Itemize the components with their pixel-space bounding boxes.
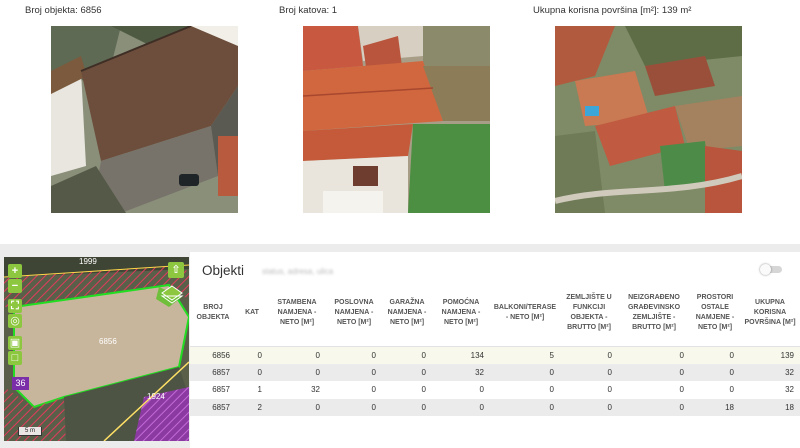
table-cell: 6857 [190, 363, 236, 381]
table-cell: 32 [432, 363, 490, 381]
table-cell: 6856 [190, 346, 236, 364]
table-cell: 134 [432, 346, 490, 364]
up-arrow-button[interactable]: ⇧ [168, 262, 184, 278]
table-cell: 0 [382, 363, 432, 381]
table-cell: 0 [382, 346, 432, 364]
objekti-table: BROJ OBJEKTA KAT STAMBENA NAMJENA - NETO… [190, 280, 800, 416]
table-cell: 0 [432, 398, 490, 416]
fullscreen-icon: ⛶ [11, 300, 19, 312]
table-cell: 5 [490, 346, 560, 364]
map-label-parcel: 6856 [99, 337, 117, 346]
table-cell: 0 [268, 346, 326, 364]
table-cell: 0 [618, 346, 690, 364]
table-cell: 0 [490, 363, 560, 381]
table-cell: 0 [268, 398, 326, 416]
col-header-kat[interactable]: KAT [236, 280, 268, 347]
stat-broj-katova: Broj katova: 1 [279, 5, 338, 16]
objekti-panel: Objekti status, adresa, ulica BROJ OBJEK… [190, 252, 800, 448]
panel-toggle-knob[interactable] [760, 264, 771, 275]
table-cell: 6857 [190, 381, 236, 399]
table-cell: 0 [490, 381, 560, 399]
screenshot-button[interactable]: ▣ [8, 336, 22, 350]
fullscreen-button[interactable]: ⛶ [8, 299, 22, 313]
aerial-photo-oblique[interactable] [51, 26, 238, 213]
table-cell: 0 [690, 381, 740, 399]
col-header-balkoni[interactable]: BALKONI/TERASE - NETO [M²] [490, 280, 560, 347]
table-cell: 0 [432, 381, 490, 399]
stat-korisna-povrsina: Ukupna korisna površina [m²]: 139 m² [533, 5, 692, 16]
stat-broj-objekta: Broj objekta: 6856 [25, 5, 102, 16]
table-cell: 0 [560, 346, 618, 364]
table-cell: 0 [382, 381, 432, 399]
table-cell: 32 [740, 381, 800, 399]
col-header-ukupna[interactable]: UKUPNA KORISNA POVRŠINA [M²] [740, 280, 800, 347]
close-photo-image [303, 26, 490, 213]
panel-title: Objekti [202, 263, 245, 278]
table-cell: 2 [236, 398, 268, 416]
map-scale-bar: 5 m [18, 427, 42, 436]
col-header-pomocna[interactable]: POMOĆNA NAMJENA - NETO [M²] [432, 280, 490, 347]
overview-photo-image [555, 26, 742, 213]
locate-button[interactable]: ◎ [8, 314, 22, 328]
col-header-prostori[interactable]: PROSTORI OSTALE NAMJENE - NETO [M²] [690, 280, 740, 347]
table-cell: 0 [382, 398, 432, 416]
layers-icon[interactable] [160, 283, 184, 307]
table-cell: 0 [326, 398, 382, 416]
table-cell: 0 [618, 381, 690, 399]
table-cell: 0 [268, 363, 326, 381]
camera-icon: ▣ [9, 337, 21, 349]
map-label-parcel-right: 1924 [147, 392, 165, 401]
table-cell: 0 [326, 381, 382, 399]
table-cell: 32 [740, 363, 800, 381]
col-header-neizgradeno[interactable]: NEIZGRAĐENO GRAĐEVINSKO ZEMLJIŠTE - BRUT… [618, 280, 690, 347]
col-header-garazna[interactable]: GARAŽNA NAMJENA - NETO [M²] [382, 280, 432, 347]
col-header-poslovna[interactable]: POSLOVNA NAMJENA - NETO [M²] [326, 280, 382, 347]
table-cell: 139 [740, 346, 800, 364]
locate-icon: ◎ [10, 315, 20, 327]
col-header-stambena[interactable]: STAMBENA NAMJENA - NETO [M²] [268, 280, 326, 347]
table-cell: 0 [326, 346, 382, 364]
col-header-broj-objekta[interactable]: BROJ OBJEKTA [190, 280, 236, 347]
table-cell: 18 [740, 398, 800, 416]
map-badge: 36 [12, 377, 29, 390]
table-cell: 6857 [190, 398, 236, 416]
table-cell: 0 [690, 363, 740, 381]
table-cell: 0 [560, 398, 618, 416]
table-row[interactable]: 6857 0 0 0 0 32 0 0 0 0 32 [190, 363, 800, 381]
table-row[interactable]: 6856 0 0 0 0 134 5 0 0 0 139 [190, 346, 800, 364]
table-cell: 0 [560, 363, 618, 381]
table-header-row: BROJ OBJEKTA KAT STAMBENA NAMJENA - NETO… [190, 280, 800, 347]
col-header-zemljiste[interactable]: ZEMLJIŠTE U FUNKCIJI OBJEKTA - BRUTTO [M… [560, 280, 618, 347]
aerial-photo-overview[interactable] [555, 26, 742, 213]
panel-subtitle-blurred: status, adresa, ulica [262, 267, 334, 276]
aerial-photo-close[interactable] [303, 26, 490, 213]
map-label-parcel-top: 1999 [79, 257, 97, 266]
table-row[interactable]: 6857 2 0 0 0 0 0 0 0 18 18 [190, 398, 800, 416]
table-cell: 0 [236, 363, 268, 381]
table-cell: 1 [236, 381, 268, 399]
table-cell: 0 [618, 363, 690, 381]
area-select-button[interactable]: □ [8, 351, 22, 365]
table-cell: 18 [690, 398, 740, 416]
table-cell: 32 [268, 381, 326, 399]
table-cell: 0 [690, 346, 740, 364]
arrow-up-icon: ⇧ [171, 264, 181, 276]
table-cell: 0 [326, 363, 382, 381]
table-cell: 0 [618, 398, 690, 416]
table-row[interactable]: 6857 1 32 0 0 0 0 0 0 0 32 [190, 381, 800, 399]
table-cell: 0 [490, 398, 560, 416]
table-cell: 0 [236, 346, 268, 364]
table-cell: 0 [560, 381, 618, 399]
zoom-out-button[interactable]: − [8, 279, 22, 293]
oblique-photo-image [51, 26, 238, 213]
parcel-map[interactable]: 1999 6856 1924 + − ⛶ ◎ ▣ □ ⇧ 5 m [4, 257, 189, 441]
zoom-in-button[interactable]: + [8, 264, 22, 278]
square-icon: □ [11, 352, 19, 364]
